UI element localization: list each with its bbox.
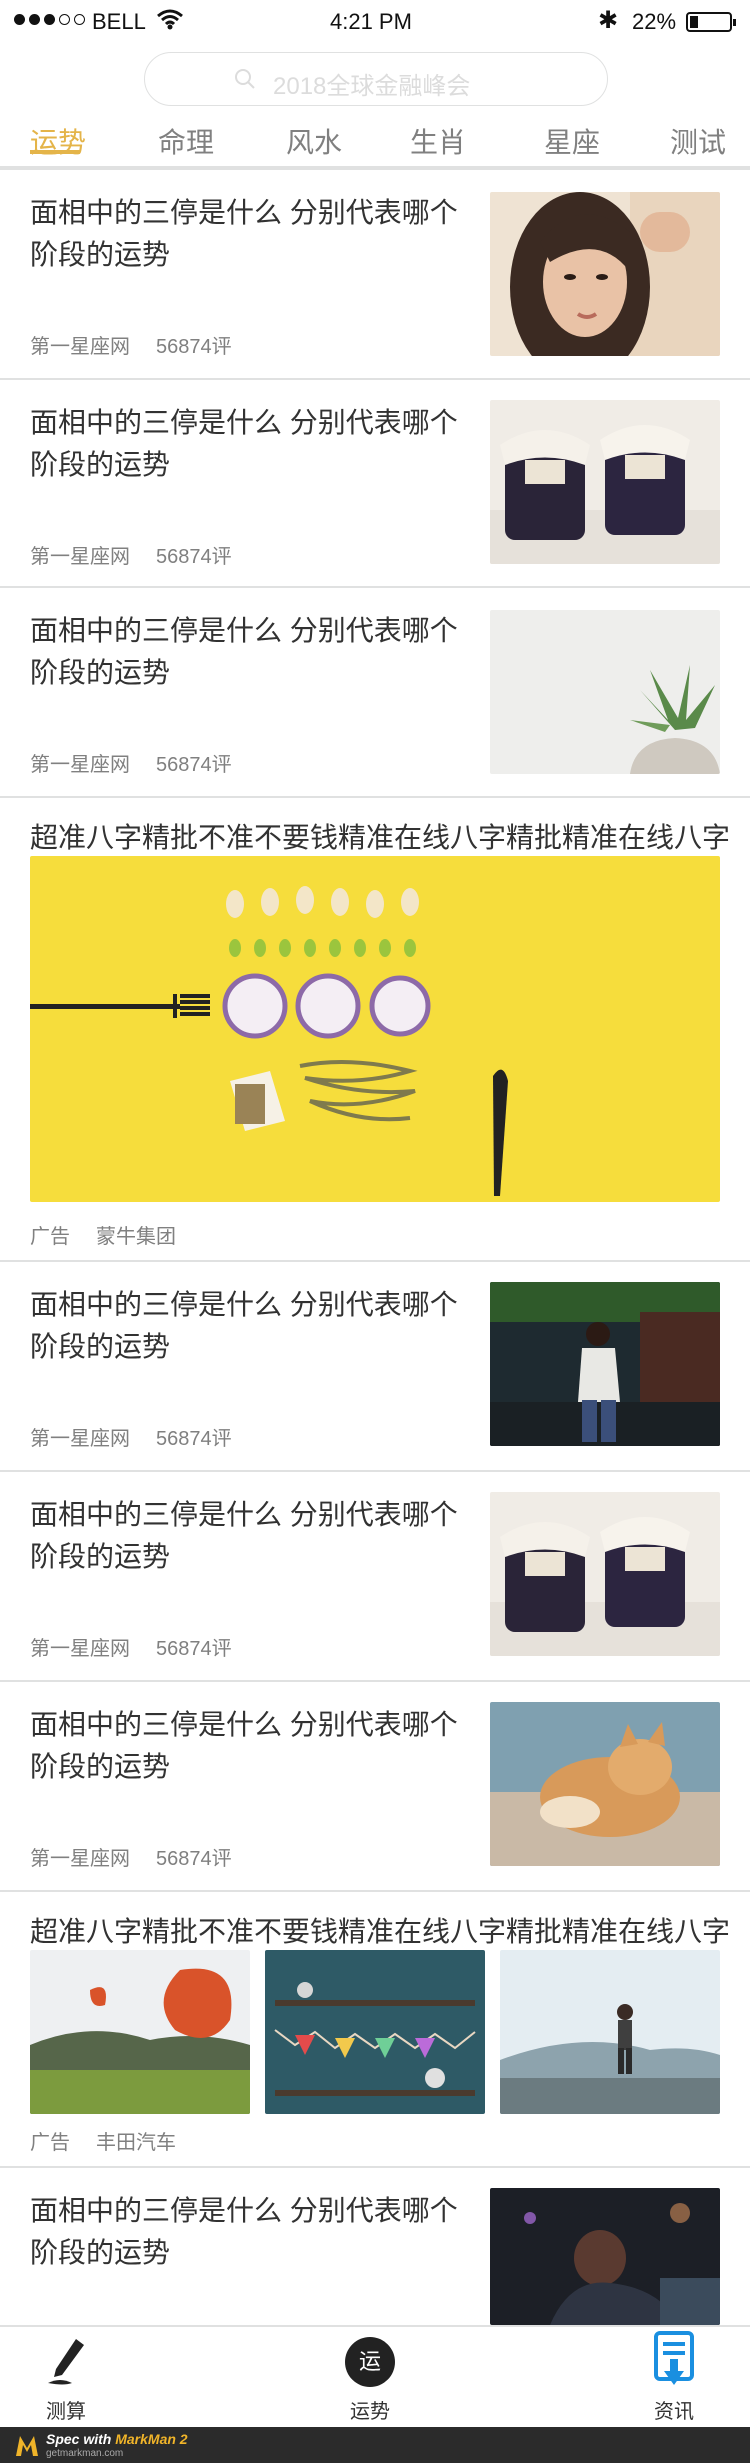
article-thumbnail <box>490 400 720 564</box>
article-title: 面相中的三停是什么 分别代表哪个阶段的运势 <box>30 1709 458 1782</box>
category-tabs: 运势 命理 风水 生肖 星座 测试 <box>0 115 750 173</box>
tab-shengxiao[interactable]: 生肖 <box>410 121 466 161</box>
status-bar: BELL 4:21 PM ✱ 22% <box>0 0 750 44</box>
article-thumbnail <box>490 610 720 774</box>
article-comments: 56874评 <box>156 1848 232 1870</box>
article-thumbnail <box>490 1492 720 1656</box>
news-icon <box>654 2331 694 2385</box>
ad-title: 超准八字精批不准不要钱精准在线八字精批精准在线八字精 <box>30 1916 730 1947</box>
markman-logo-icon <box>16 2436 38 2456</box>
article-source: 第一星座网 <box>30 754 130 776</box>
bottom-navigation: 测算 运 运势 资讯 <box>0 2325 750 2427</box>
article-title: 面相中的三停是什么 分别代表哪个阶段的运势 <box>30 1499 458 1572</box>
article-thumbnail <box>490 1282 720 1446</box>
watermark-url: getmarkman.com <box>46 2448 124 2459</box>
ad-brand: 丰田汽车 <box>96 2132 176 2154</box>
tab-fengshui[interactable]: 风水 <box>286 121 342 161</box>
ad-meta: 广告 蒙牛集团 <box>30 1220 176 1249</box>
article-title: 面相中的三停是什么 分别代表哪个阶段的运势 <box>30 407 458 480</box>
article-source: 第一星座网 <box>30 1848 130 1870</box>
battery-icon <box>686 12 736 32</box>
article-meta: 第一星座网 56874评 <box>30 1842 232 1871</box>
ad-image <box>265 1950 485 2114</box>
watermark-text: Spec with MarkMan 2 <box>46 2431 188 2447</box>
article-comments: 56874评 <box>156 546 232 568</box>
search-bar[interactable]: 2018全球金融峰会 <box>144 52 608 106</box>
ad-brand: 蒙牛集团 <box>96 1226 176 1248</box>
ad-tag: 广告 <box>30 2132 70 2154</box>
carrier-name: BELL <box>92 9 146 34</box>
article-meta: 第一星座网 56874评 <box>30 748 232 777</box>
tab-mingli[interactable]: 命理 <box>158 121 214 161</box>
markman-watermark: Spec with MarkMan 2 getmarkman.com <box>0 2427 750 2463</box>
nav-label: 运势 <box>350 2401 390 2423</box>
fortune-icon: 运 <box>345 2337 395 2387</box>
article-title: 面相中的三停是什么 分别代表哪个阶段的运势 <box>30 2195 458 2268</box>
clock: 4:21 PM <box>330 9 412 34</box>
ad-tag: 广告 <box>30 1226 70 1248</box>
nav-label: 资讯 <box>654 2401 694 2423</box>
ad-banner-image <box>30 856 720 1202</box>
article-comments: 56874评 <box>156 754 232 776</box>
article-item[interactable]: 面相中的三停是什么 分别代表哪个阶段的运势 第一星座网 56874评 <box>0 1682 750 1892</box>
nav-label: 测算 <box>46 2401 86 2423</box>
article-source: 第一星座网 <box>30 546 130 568</box>
article-comments: 56874评 <box>156 1638 232 1660</box>
search-icon <box>235 69 255 89</box>
ad-title: 超准八字精批不准不要钱精准在线八字精批精准在线八字精 <box>30 822 730 853</box>
article-meta: 第一星座网 56874评 <box>30 1422 232 1451</box>
article-item[interactable]: 面相中的三停是什么 分别代表哪个阶段的运势 第一星座网 56874评 <box>0 170 750 380</box>
ad-image <box>30 1950 250 2114</box>
article-thumbnail <box>490 1702 720 1866</box>
article-meta: 第一星座网 56874评 <box>30 1632 232 1661</box>
article-item[interactable]: 面相中的三停是什么 分别代表哪个阶段的运势 第一星座网 56874评 <box>0 588 750 798</box>
pen-icon <box>48 2339 84 2385</box>
nav-item-yunshi[interactable]: 运 运势 <box>310 2327 430 2427</box>
active-tab-indicator <box>30 150 80 154</box>
article-item[interactable]: 面相中的三停是什么 分别代表哪个阶段的运势 第一星座网 56874评 <box>0 1472 750 1682</box>
article-thumbnail <box>490 192 720 356</box>
search-placeholder: 2018全球金融峰会 <box>273 73 471 100</box>
signal-strength-icon <box>14 14 85 25</box>
article-title: 面相中的三停是什么 分别代表哪个阶段的运势 <box>30 1289 458 1362</box>
nav-item-cesuan[interactable]: 测算 <box>6 2327 126 2427</box>
nav-item-zixun[interactable]: 资讯 <box>614 2327 734 2427</box>
article-meta: 第一星座网 56874评 <box>30 540 232 569</box>
article-title: 面相中的三停是什么 分别代表哪个阶段的运势 <box>30 615 458 688</box>
article-source: 第一星座网 <box>30 1638 130 1660</box>
article-title: 面相中的三停是什么 分别代表哪个阶段的运势 <box>30 197 458 270</box>
battery-percent: 22% <box>632 9 677 34</box>
article-source: 第一星座网 <box>30 1428 130 1450</box>
tab-ceshi[interactable]: 测试 <box>670 121 726 161</box>
article-thumbnail <box>490 2188 720 2325</box>
article-comments: 56874评 <box>156 336 232 358</box>
article-comments: 56874评 <box>156 1428 232 1450</box>
ad-image <box>500 1950 720 2114</box>
bluetooth-icon: ✱ <box>598 7 619 34</box>
wifi-icon <box>157 9 183 30</box>
ad-item[interactable]: 超准八字精批不准不要钱精准在线八字精批精准在线八字精 <box>0 1892 750 2168</box>
article-source: 第一星座网 <box>30 336 130 358</box>
tab-yunshi[interactable]: 运势 <box>30 121 86 161</box>
tab-xingzuo[interactable]: 星座 <box>544 121 600 161</box>
article-item[interactable]: 面相中的三停是什么 分别代表哪个阶段的运势 <box>0 2168 750 2325</box>
ad-item[interactable]: 超准八字精批不准不要钱精准在线八字精批精准在线八字精 <box>0 798 750 1262</box>
article-item[interactable]: 面相中的三停是什么 分别代表哪个阶段的运势 第一星座网 56874评 <box>0 1262 750 1472</box>
article-meta: 第一星座网 56874评 <box>30 330 232 359</box>
article-item[interactable]: 面相中的三停是什么 分别代表哪个阶段的运势 第一星座网 56874评 <box>0 380 750 588</box>
ad-meta: 广告 丰田汽车 <box>30 2126 176 2155</box>
